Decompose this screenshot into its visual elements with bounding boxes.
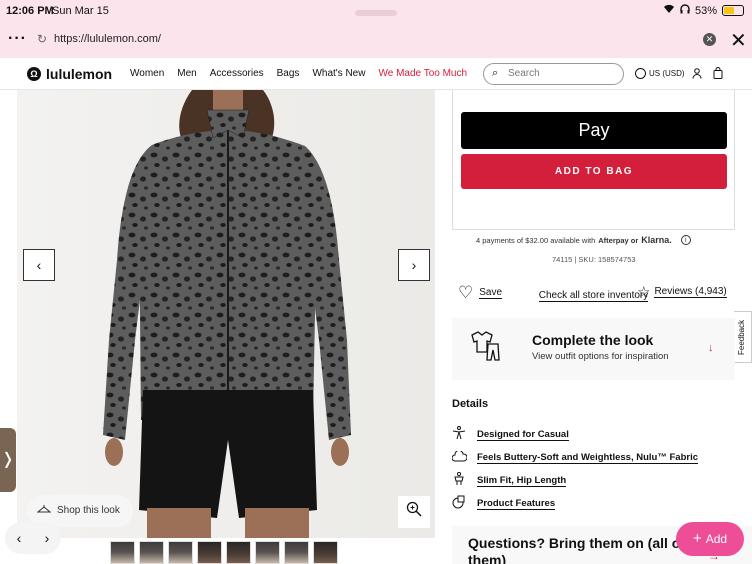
reload-icon[interactable]: ↻ (37, 32, 47, 46)
thumbnail-strip (110, 541, 338, 564)
search-icon: ⌕ (492, 67, 499, 79)
cloud-icon (451, 450, 467, 465)
add-to-bag-button[interactable]: ADD TO BAG (461, 154, 727, 189)
sku-text: 74115 | SKU: 158574753 (552, 255, 636, 264)
browser-url-bar: ··· ↻ https://lululemon.com/ ✕ ✕ (0, 22, 752, 58)
detail-item[interactable]: Product Features (451, 492, 698, 515)
multitasking-handle[interactable] (355, 10, 397, 16)
nav-link-we-made-too-much[interactable]: We Made Too Much (378, 68, 467, 79)
wifi-icon (663, 4, 675, 17)
back-icon[interactable]: ‹ (17, 530, 22, 546)
status-bar: 12:06 PM Sun Mar 15 53% (0, 0, 752, 22)
search-placeholder: Search (508, 68, 540, 79)
nav-link-women[interactable]: Women (130, 68, 164, 79)
url-field[interactable]: https://lululemon.com/ (54, 33, 161, 45)
thumbnail[interactable] (110, 541, 135, 564)
side-drawer-tab[interactable]: ❭ (0, 428, 16, 492)
product-gallery: ‹ › Shop this look (17, 90, 435, 538)
lululemon-logo-icon: Ω (27, 67, 41, 81)
zoom-icon (406, 501, 422, 517)
brand-logo[interactable]: Ω lululemon (27, 66, 112, 82)
body-fit-icon (451, 471, 467, 489)
nav-link-bags[interactable]: Bags (277, 68, 300, 79)
thumbnail[interactable] (197, 541, 222, 564)
installments-info: 4 payments of $32.00 available with Afte… (476, 235, 691, 245)
questions-text: Questions? Bring them on (all of them) (468, 535, 685, 564)
nav-link-men[interactable]: Men (177, 68, 196, 79)
detail-label: Slim Fit, Hip Length (477, 474, 567, 487)
detail-label: Designed for Casual (477, 428, 569, 441)
locale-label: US (USD) (649, 69, 685, 78)
more-options-icon[interactable]: ··· (8, 30, 27, 48)
store-inventory-link[interactable]: Check all store inventory (538, 290, 649, 302)
apple-pay-label: Pay (578, 120, 610, 140)
afterpay-label[interactable]: Afterpay or (598, 236, 638, 245)
details-list: Designed for Casual Feels Buttery-Soft a… (451, 423, 698, 515)
main-nav: Women Men Accessories Bags What's New We… (130, 68, 480, 79)
complete-the-look-card[interactable]: Complete the look View outfit options fo… (452, 318, 735, 380)
status-date: Sun Mar 15 (52, 5, 109, 17)
search-input[interactable]: ⌕ Search (483, 63, 624, 85)
globe-icon (635, 68, 646, 79)
previous-image-button[interactable]: ‹ (23, 249, 55, 281)
forward-icon[interactable]: › (45, 530, 50, 546)
add-button-label: Add (705, 532, 728, 546)
detail-label: Feels Buttery-Soft and Weightless, Nulu™… (477, 451, 698, 464)
outfit-icon (468, 330, 502, 368)
complete-the-look-subtitle: View outfit options for inspiration (532, 351, 669, 362)
add-button[interactable]: + Add (676, 522, 744, 556)
detail-label: Product Features (477, 497, 556, 510)
locale-selector[interactable]: US (USD) (635, 68, 685, 79)
reviews-label: Reviews (4,943) (654, 286, 727, 298)
klarna-label[interactable]: Klarna. (641, 235, 672, 245)
thumbnail[interactable] (139, 541, 164, 564)
next-image-button[interactable]: › (398, 249, 430, 281)
feedback-tab[interactable]: Feedback (734, 311, 752, 363)
clear-url-icon[interactable]: ✕ (703, 33, 716, 46)
save-label: Save (479, 287, 503, 299)
heart-icon: ♡ (458, 283, 474, 302)
apple-pay-button[interactable]: Pay (461, 112, 727, 149)
chevron-right-icon: ❭ (1, 451, 15, 468)
thumbnail[interactable] (313, 541, 338, 564)
status-indicators: 53% (663, 4, 744, 17)
thumbnail[interactable] (226, 541, 251, 564)
details-heading: Details (452, 398, 489, 410)
info-icon[interactable]: i (680, 235, 691, 245)
shop-this-look-label: Shop this look (57, 505, 120, 516)
nav-link-accessories[interactable]: Accessories (210, 68, 264, 79)
yoga-pose-icon (451, 426, 467, 443)
arrow-down-icon: ↓ (708, 342, 714, 354)
detail-item[interactable]: Designed for Casual (451, 423, 698, 446)
thumbnail[interactable] (284, 541, 309, 564)
detail-item[interactable]: Feels Buttery-Soft and Weightless, Nulu™… (451, 446, 698, 469)
plus-icon: + (692, 530, 702, 547)
nav-link-whats-new[interactable]: What's New (312, 68, 365, 79)
headphones-icon (680, 4, 690, 17)
save-button[interactable]: ♡ Save (458, 283, 503, 303)
history-navigation: ‹ › (5, 522, 61, 554)
thumbnail[interactable] (168, 541, 193, 564)
status-time: 12:06 PM (6, 5, 54, 17)
reviews-link[interactable]: ☆ Reviews (4,943) (637, 283, 727, 301)
close-icon[interactable]: ✕ (730, 28, 747, 53)
installments-text: 4 payments of $32.00 available with (476, 235, 596, 245)
detail-item[interactable]: Slim Fit, Hip Length (451, 469, 698, 492)
bag-icon[interactable] (713, 67, 723, 82)
star-icon: ☆ (637, 284, 651, 301)
features-icon (451, 495, 467, 512)
account-icon[interactable] (692, 68, 702, 82)
zoom-in-button[interactable] (398, 496, 430, 528)
battery-fill (724, 7, 734, 14)
battery-percent: 53% (694, 4, 717, 17)
site-header: Ω lululemon Women Men Accessories Bags W… (0, 58, 752, 90)
product-image (103, 90, 351, 538)
hanger-icon (36, 503, 52, 517)
brand-name: lululemon (46, 66, 113, 82)
thumbnail[interactable] (255, 541, 280, 564)
complete-the-look-title: Complete the look (532, 332, 654, 348)
battery-icon (722, 5, 744, 16)
